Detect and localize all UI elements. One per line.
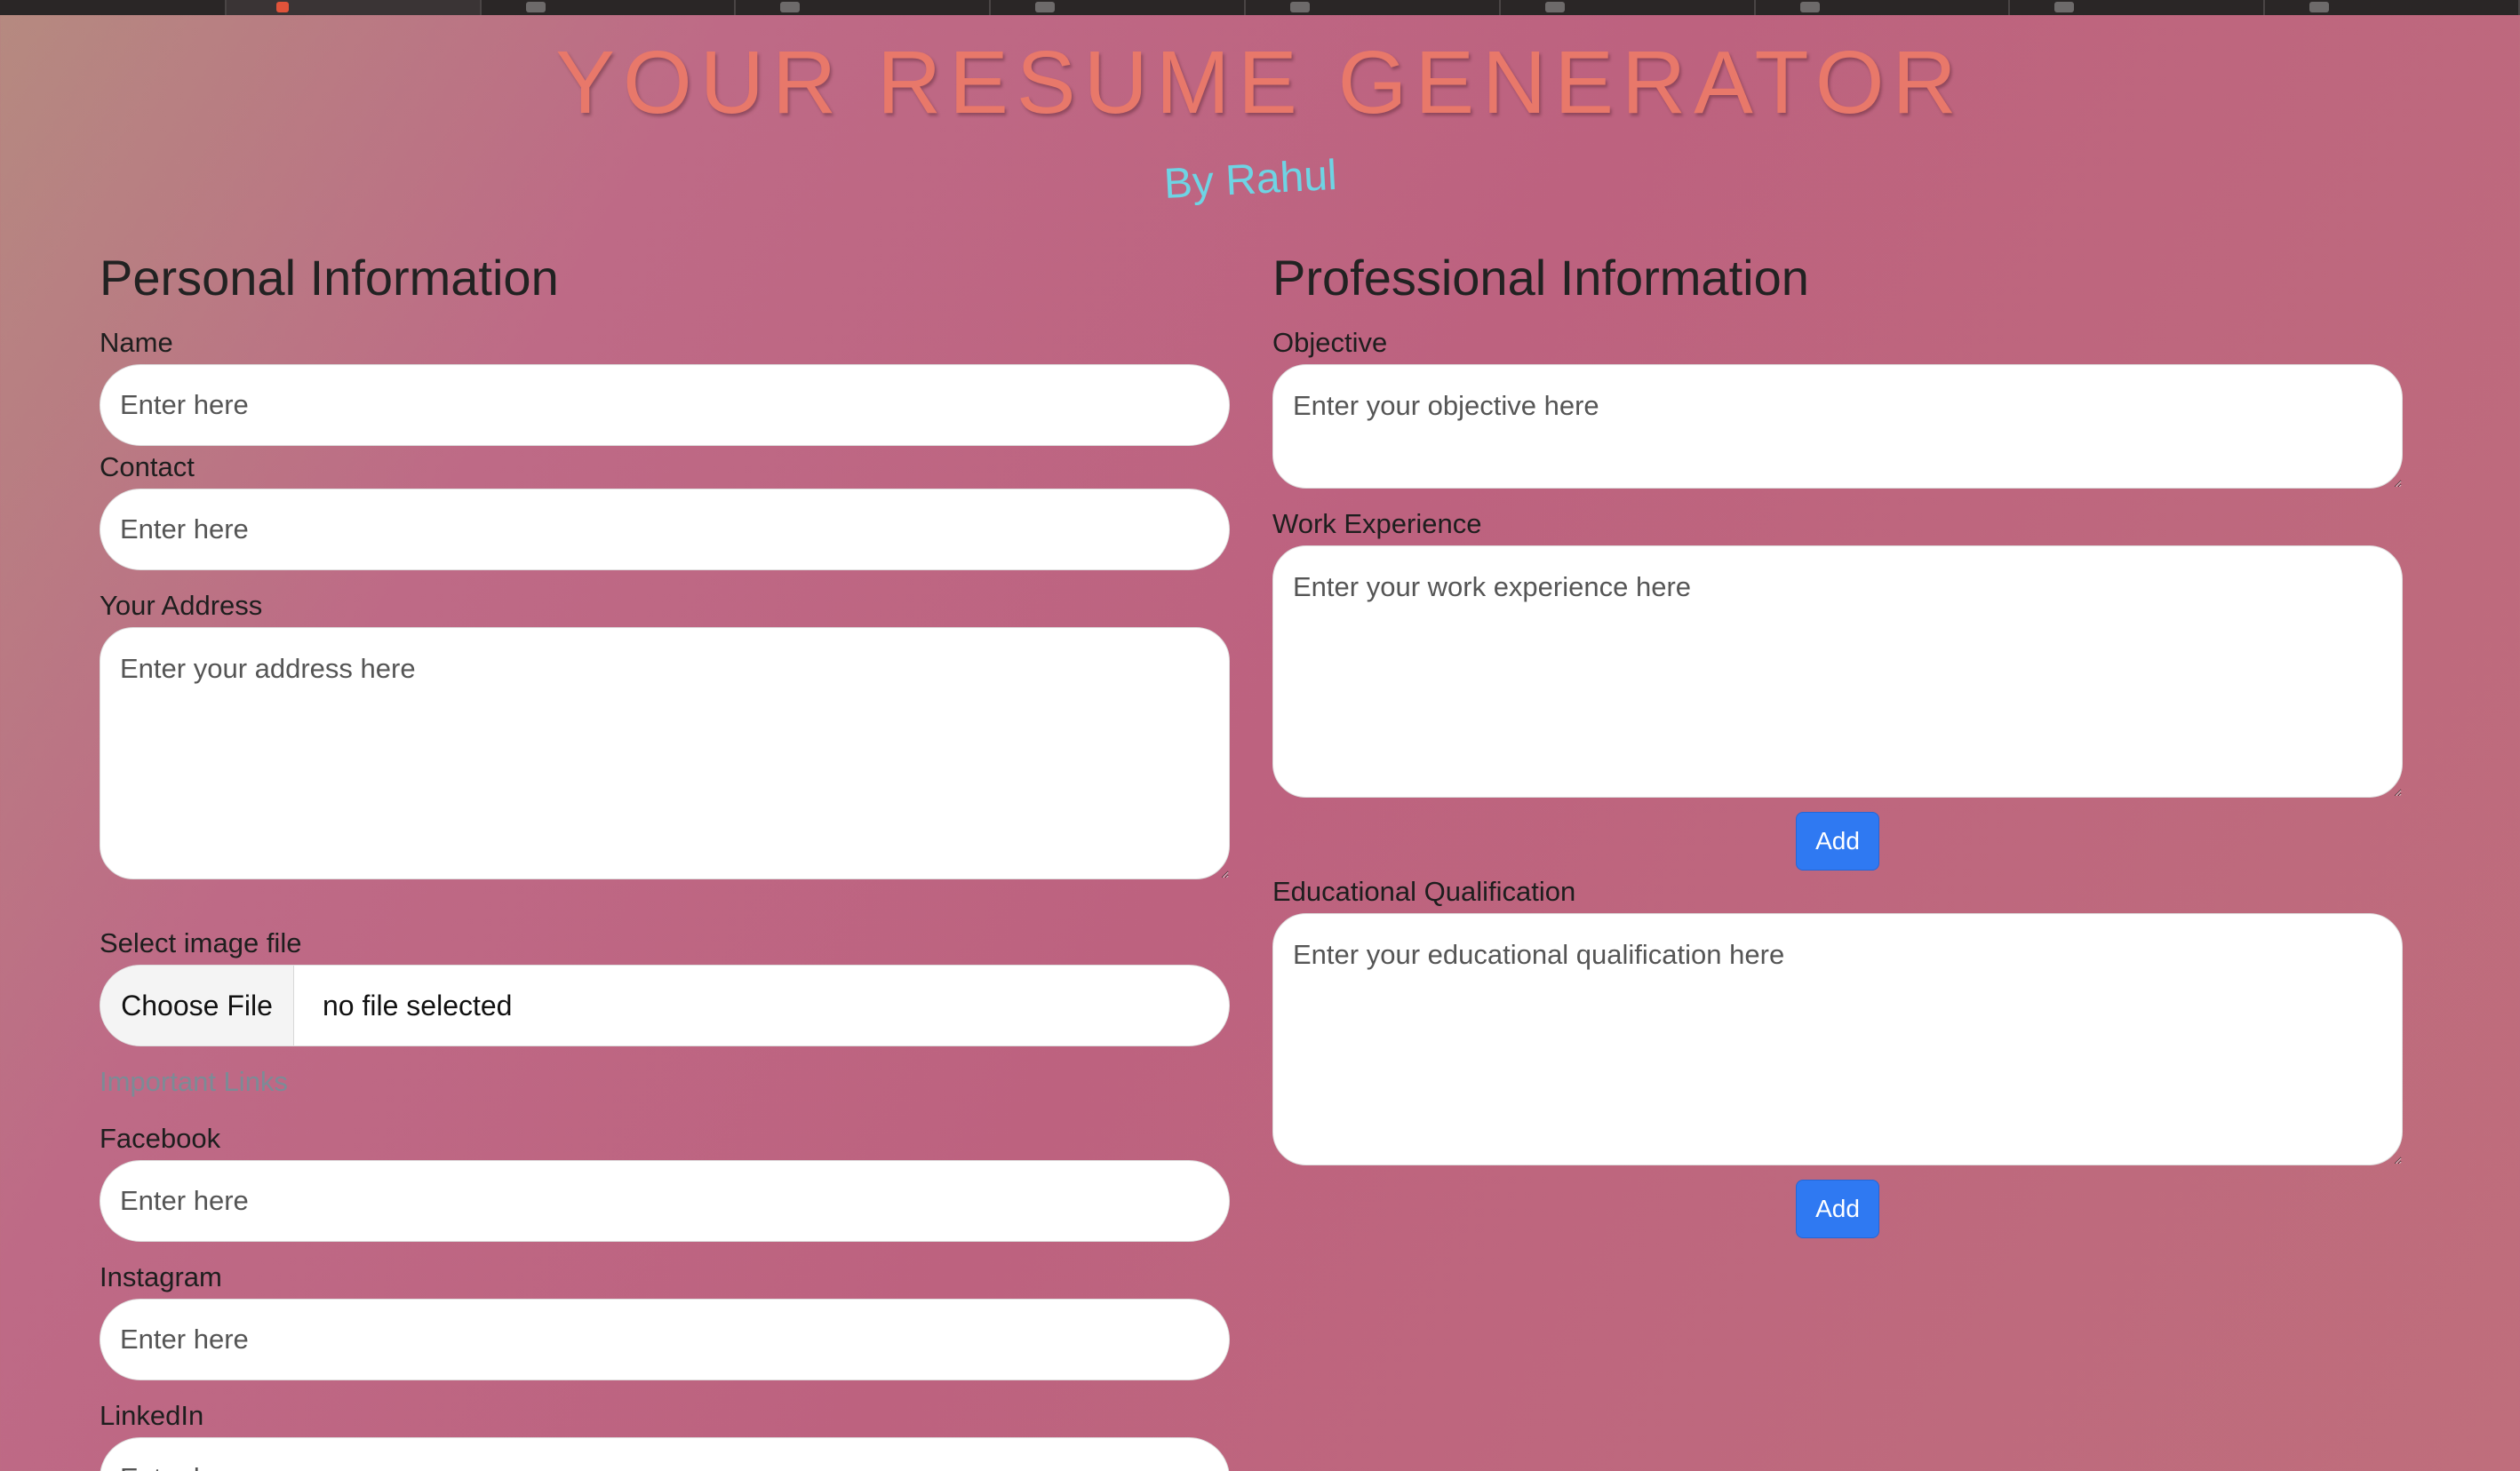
address-label: Your Address [100, 590, 263, 621]
browser-tab[interactable] [1501, 0, 1756, 15]
browser-tab[interactable] [0, 0, 227, 15]
browser-tab[interactable] [1756, 0, 2011, 15]
objective-label: Objective [1272, 327, 1388, 358]
facebook-input[interactable] [100, 1160, 1230, 1242]
contact-input[interactable] [100, 489, 1230, 570]
important-links-heading: Important Links [100, 1066, 288, 1097]
browser-tab[interactable] [991, 0, 1247, 15]
objective-textarea[interactable] [1272, 364, 2403, 489]
professional-info-heading: Professional Information [1272, 250, 1809, 306]
browser-tab[interactable] [482, 0, 737, 15]
add-education-button[interactable]: Add [1796, 1180, 1879, 1238]
instagram-input[interactable] [100, 1299, 1230, 1380]
image-file-label: Select image file [100, 927, 302, 958]
image-file-input[interactable]: Choose File no file selected [100, 965, 1230, 1046]
browser-tab[interactable] [736, 0, 992, 15]
work-experience-textarea[interactable] [1272, 545, 2403, 798]
tab-favicon-icon [1035, 2, 1056, 12]
browser-tab[interactable] [1246, 0, 1501, 15]
personal-info-heading: Personal Information [100, 250, 559, 306]
tab-favicon-icon [780, 2, 801, 12]
linkedin-input[interactable] [100, 1437, 1230, 1471]
education-label: Educational Qualification [1272, 876, 1576, 907]
browser-tab-active[interactable] [226, 0, 482, 15]
linkedin-label: LinkedIn [100, 1400, 204, 1431]
browser-tab[interactable] [2265, 0, 2520, 15]
name-label: Name [100, 327, 173, 358]
file-status-text: no file selected [323, 989, 513, 1022]
browser-tab-bar [0, 0, 2520, 15]
tab-favicon-icon [2309, 2, 2330, 12]
name-input[interactable] [100, 364, 1230, 446]
choose-file-button[interactable]: Choose File [100, 966, 294, 1046]
facebook-label: Facebook [100, 1123, 221, 1154]
education-textarea[interactable] [1272, 913, 2403, 1165]
tab-favicon-icon [1799, 2, 1820, 12]
add-work-experience-button[interactable]: Add [1796, 812, 1879, 871]
work-experience-label: Work Experience [1272, 508, 1482, 539]
contact-label: Contact [100, 451, 195, 482]
instagram-label: Instagram [100, 1261, 222, 1292]
tab-favicon-icon [2054, 2, 2075, 12]
tab-favicon-icon [525, 2, 546, 12]
tab-favicon-icon [275, 2, 289, 12]
tab-favicon-icon [1290, 2, 1311, 12]
page-title: YOUR RESUME GENERATOR [555, 33, 1965, 132]
tab-favicon-icon [1544, 2, 1565, 12]
author-byline: By Rahul [1162, 151, 1338, 208]
browser-tab[interactable] [2010, 0, 2266, 15]
address-textarea[interactable] [100, 627, 1230, 879]
